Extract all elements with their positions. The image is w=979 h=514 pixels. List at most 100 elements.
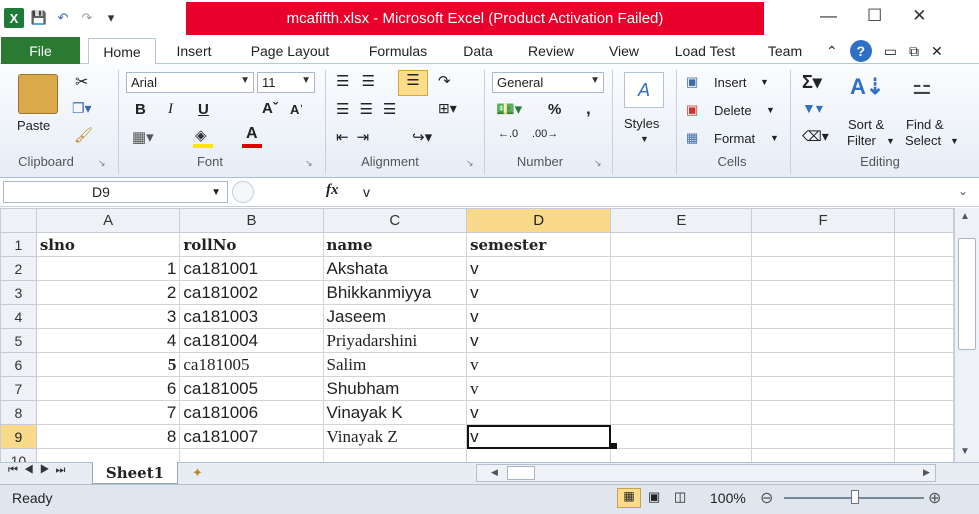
row-header[interactable]: 10 xyxy=(0,448,37,462)
cell-a5[interactable]: 4 xyxy=(35,328,181,353)
cell-b4[interactable]: ca181003 xyxy=(179,304,324,329)
cell-g5[interactable] xyxy=(893,328,954,353)
cut-icon[interactable]: ✂ xyxy=(75,72,88,92)
customize-qat-icon[interactable]: ▾ xyxy=(102,9,120,27)
cell-f9[interactable] xyxy=(751,424,895,449)
tab-formulas[interactable]: Formulas xyxy=(356,38,440,64)
alignment-launcher-icon[interactable]: ↘ xyxy=(466,158,474,169)
cell-g8[interactable] xyxy=(893,400,954,425)
cell-f2[interactable] xyxy=(751,256,895,281)
tab-load-test[interactable]: Load Test xyxy=(662,38,748,64)
cell-e5[interactable] xyxy=(610,328,753,353)
cell-a8[interactable]: 7 xyxy=(35,400,181,425)
cell-c9[interactable]: Vinayak Z xyxy=(322,424,468,449)
cell-g3[interactable] xyxy=(893,280,954,305)
cell-d7[interactable]: v xyxy=(466,376,612,401)
cell-d9-active[interactable]: v xyxy=(466,424,612,449)
vertical-align-icons[interactable]: ☰☰ xyxy=(336,72,387,90)
cell-b1[interactable]: rollNo xyxy=(179,232,324,257)
row-header[interactable]: 4 xyxy=(0,304,37,329)
cell-e9[interactable] xyxy=(610,424,753,449)
cell-d3[interactable]: v xyxy=(466,280,612,305)
cell-g6[interactable] xyxy=(893,352,954,377)
wrap-text-icon[interactable]: ↪▾ xyxy=(412,128,432,146)
scroll-up-icon[interactable]: ▲ xyxy=(960,211,970,222)
cell-g2[interactable] xyxy=(893,256,954,281)
name-box-resize-handle[interactable] xyxy=(232,181,254,203)
fill-icon[interactable]: ▼▾ xyxy=(802,100,823,117)
vertical-scroll-thumb[interactable] xyxy=(958,238,976,350)
cell-f1[interactable] xyxy=(751,232,895,257)
tab-insert[interactable]: Insert xyxy=(164,38,224,64)
row-header[interactable]: 3 xyxy=(0,280,37,305)
row-header[interactable]: 8 xyxy=(0,400,37,425)
row-header[interactable]: 9 xyxy=(0,424,37,449)
cell-e3[interactable] xyxy=(610,280,753,305)
horizontal-scroll-thumb[interactable] xyxy=(507,466,535,480)
cell-f8[interactable] xyxy=(751,400,895,425)
name-box[interactable]: D9 ▼ xyxy=(3,181,228,203)
fill-color-icon[interactable]: ◈ xyxy=(195,126,207,144)
cell-table[interactable]: A B C D E F 1 slno rollNo name semester … xyxy=(0,208,954,462)
row-header[interactable]: 1 xyxy=(0,232,37,257)
cell-a7[interactable]: 6 xyxy=(35,376,181,401)
cell-b3[interactable]: ca181002 xyxy=(179,280,324,305)
cell-c10[interactable] xyxy=(322,448,468,462)
cell-e1[interactable] xyxy=(610,232,753,257)
merge-center-icon[interactable]: ⊞▾ xyxy=(438,100,457,117)
cell-d5[interactable]: v xyxy=(466,328,612,353)
scroll-right-icon[interactable]: ▶ xyxy=(923,467,930,478)
normal-view-icon[interactable]: ▦ xyxy=(617,488,641,508)
cell-a9[interactable]: 8 xyxy=(35,424,181,449)
row-header[interactable]: 2 xyxy=(0,256,37,281)
font-launcher-icon[interactable]: ↘ xyxy=(305,158,313,169)
italic-button[interactable]: I xyxy=(168,101,173,118)
zoom-level[interactable]: 100% xyxy=(710,490,746,506)
minimize-icon[interactable]: — xyxy=(820,6,837,26)
cell-c5[interactable]: Priyadarshini xyxy=(322,328,468,353)
cell-e2[interactable] xyxy=(610,256,753,281)
cell-c4[interactable]: Jaseem xyxy=(322,304,468,329)
page-layout-view-icon[interactable]: ▣ xyxy=(648,489,660,505)
cell-f3[interactable] xyxy=(751,280,895,305)
cell-d1[interactable]: semester xyxy=(466,232,612,257)
cell-g10[interactable] xyxy=(893,448,954,462)
cell-b5[interactable]: ca181004 xyxy=(179,328,324,353)
cell-c6[interactable]: Salim xyxy=(322,352,468,377)
cell-c8[interactable]: Vinayak K xyxy=(322,400,468,425)
formula-input[interactable]: v xyxy=(355,181,955,203)
column-header-d[interactable]: D xyxy=(466,208,612,233)
cell-g9[interactable] xyxy=(893,424,954,449)
row-header[interactable]: 6 xyxy=(0,352,37,377)
insert-sheet-icon[interactable]: ✦ xyxy=(192,465,203,481)
select-label[interactable]: Select xyxy=(905,133,941,148)
cell-g7[interactable] xyxy=(893,376,954,401)
cell-d6[interactable]: v xyxy=(466,352,612,377)
comma-button[interactable]: , xyxy=(586,99,591,119)
cell-d10[interactable] xyxy=(466,448,612,462)
cell-e8[interactable] xyxy=(610,400,753,425)
column-header-a[interactable]: A xyxy=(35,208,181,233)
bold-button[interactable]: B xyxy=(135,101,146,118)
cell-c1[interactable]: name xyxy=(322,232,468,257)
cell-a1[interactable]: slno xyxy=(35,232,181,257)
grow-font-icon[interactable]: Aˇ xyxy=(262,100,278,117)
fill-handle[interactable] xyxy=(611,443,617,449)
cell-e7[interactable] xyxy=(610,376,753,401)
copy-icon[interactable]: ❐▾ xyxy=(72,100,92,117)
select-all-corner[interactable] xyxy=(0,208,37,233)
insert-function-button[interactable]: fx xyxy=(326,182,339,199)
sheet-nav-icons[interactable]: ⏮◀▶⏭ xyxy=(8,464,71,477)
column-header-e[interactable]: E xyxy=(610,208,753,233)
cell-b9[interactable]: ca181007 xyxy=(179,424,324,449)
cell-a2[interactable]: 1 xyxy=(35,256,181,281)
increase-decimal-icon[interactable]: ←.0 xyxy=(498,128,518,140)
collapse-ribbon-icon[interactable]: ⌃ xyxy=(826,43,838,60)
indent-icons[interactable]: ⇤⇥ xyxy=(336,128,377,146)
cell-a10[interactable] xyxy=(35,448,181,462)
cell-f7[interactable] xyxy=(751,376,895,401)
help-icon[interactable]: ? xyxy=(849,40,872,62)
format-painter-icon[interactable]: 🖌 xyxy=(74,126,93,144)
zoom-out-icon[interactable]: ⊖ xyxy=(760,488,773,508)
font-color-icon[interactable]: A xyxy=(246,125,258,143)
